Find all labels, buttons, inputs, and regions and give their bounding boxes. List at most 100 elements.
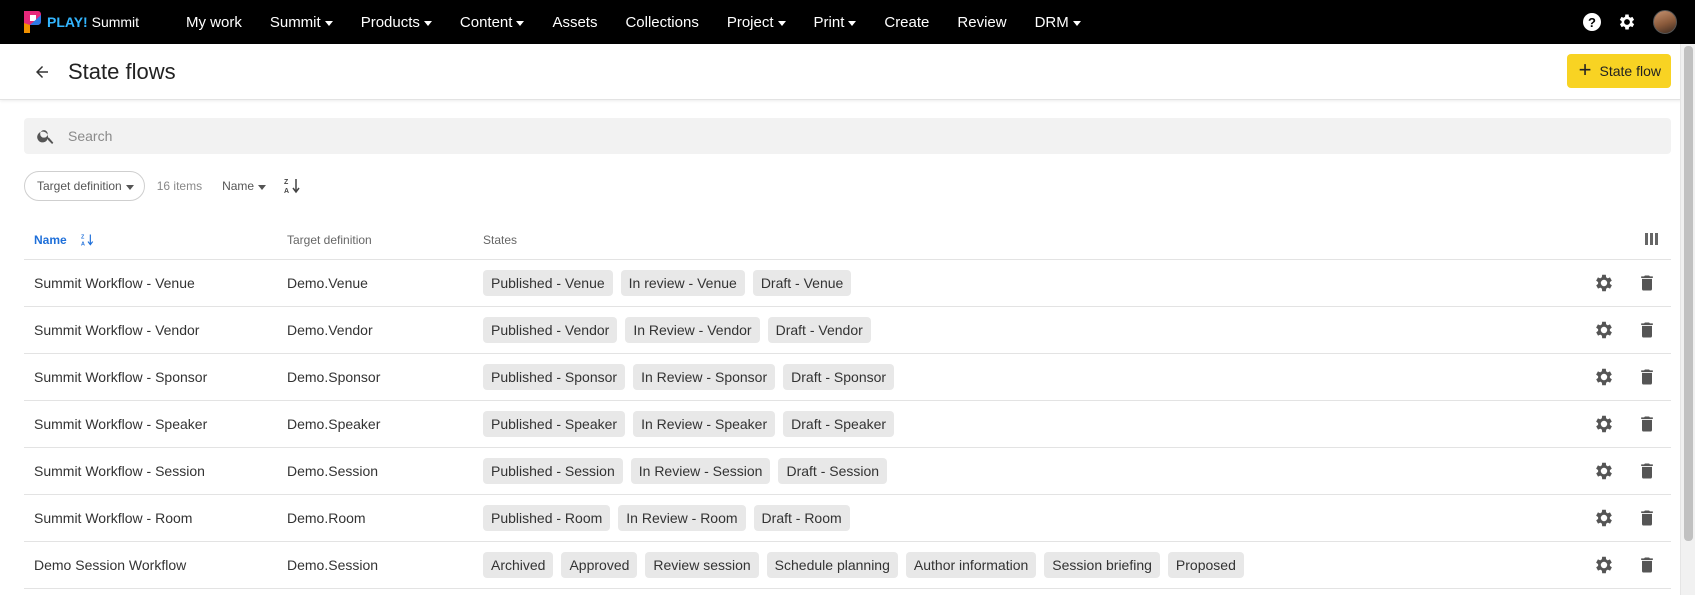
brand-name: PLAY! Summit — [47, 14, 140, 30]
add-state-flow-label: State flow — [1599, 63, 1661, 79]
trash-icon[interactable] — [1637, 507, 1657, 529]
state-flows-table: Name Z A Target definition States Summit… — [24, 220, 1671, 589]
state-tag: Schedule planning — [766, 552, 898, 578]
column-header-states: States — [483, 232, 518, 247]
trash-icon[interactable] — [1637, 319, 1657, 341]
state-tag: Published - Room — [483, 505, 611, 531]
state-tag: Published - Session — [483, 458, 623, 484]
state-tag: Published - Sponsor — [483, 364, 626, 390]
app-logo[interactable]: PLAY! Summit — [22, 9, 152, 35]
chevron-down-icon — [848, 20, 857, 26]
scrollbar-thumb[interactable] — [1684, 46, 1693, 541]
page-scrollbar[interactable] — [1680, 44, 1695, 595]
column-header-name[interactable]: Name Z A — [24, 232, 287, 248]
table-header: Name Z A Target definition States — [24, 220, 1671, 260]
state-tag: Published - Venue — [483, 270, 613, 296]
state-tag: Draft - Venue — [752, 270, 852, 296]
nav-item-drm[interactable]: DRM — [1021, 0, 1095, 44]
settings-icon[interactable] — [1593, 413, 1615, 435]
row-actions — [1593, 460, 1657, 482]
nav-item-create[interactable]: Create — [870, 0, 943, 44]
nav-item-project[interactable]: Project — [713, 0, 800, 44]
state-flow-name[interactable]: Summit Workflow - Session — [24, 463, 287, 479]
page-title: State flows — [68, 58, 176, 84]
nav-item-assets[interactable]: Assets — [538, 0, 611, 44]
chevron-down-icon — [125, 184, 134, 190]
trash-icon[interactable] — [1637, 460, 1657, 482]
settings-icon[interactable] — [1617, 12, 1637, 32]
sort-field-dropdown[interactable]: Name — [222, 179, 267, 193]
nav-item-label: Products — [360, 13, 420, 31]
nav-item-content[interactable]: Content — [446, 0, 539, 44]
table-row[interactable]: Summit Workflow - Sponsor Demo.Sponsor Pub… — [24, 354, 1671, 401]
nav-item-products[interactable]: Products — [347, 0, 446, 44]
state-flow-name[interactable]: Summit Workflow - Room — [24, 510, 287, 526]
target-definition-cell: Demo.Vendor — [287, 322, 373, 338]
svg-text:A: A — [284, 188, 289, 195]
column-header-name-label: Name — [34, 232, 67, 247]
search-icon — [37, 130, 54, 144]
state-flow-name[interactable]: Summit Workflow - Venue — [24, 275, 287, 291]
state-tag: Draft - Vendor — [767, 317, 871, 343]
state-flow-name[interactable]: Summit Workflow - Vendor — [24, 322, 287, 338]
table-row[interactable]: Summit Workflow - Session Demo.Session Pub… — [24, 448, 1671, 495]
state-flow-name[interactable]: Summit Workflow - Sponsor — [24, 369, 287, 385]
trash-icon[interactable] — [1637, 413, 1657, 435]
state-tag: Draft - Speaker — [783, 411, 895, 437]
target-definition-filter-label: Target definition — [37, 179, 122, 193]
state-tag: In Review - Sponsor — [633, 364, 776, 390]
state-tag: Draft - Session — [778, 458, 888, 484]
nav-item-label: Project — [726, 13, 774, 31]
user-avatar[interactable] — [1653, 10, 1677, 34]
target-definition-filter[interactable]: Target definition — [24, 171, 145, 201]
svg-text:Z: Z — [284, 179, 289, 186]
add-state-flow-button[interactable]: + State flow — [1566, 54, 1671, 88]
settings-icon[interactable] — [1593, 554, 1615, 576]
row-actions — [1593, 366, 1657, 388]
trash-icon[interactable] — [1637, 366, 1657, 388]
chevron-down-icon — [777, 20, 786, 26]
table-row[interactable]: Summit Workflow - Venue Demo.Venue Publish… — [24, 260, 1671, 307]
table-row[interactable]: Summit Workflow - Vendor Demo.Vendor Publi… — [24, 307, 1671, 354]
settings-icon[interactable] — [1593, 272, 1615, 294]
nav-item-label: Print — [813, 13, 845, 31]
back-arrow-icon[interactable] — [32, 62, 52, 82]
table-row[interactable]: Demo Session Workflow Demo.Session Archive… — [24, 542, 1671, 589]
target-definition-cell: Demo.Venue — [287, 275, 368, 291]
columns-icon[interactable] — [1645, 233, 1659, 247]
nav-item-label: Assets — [552, 13, 598, 31]
target-definition-cell: Demo.Session — [287, 463, 379, 479]
state-tag: In review - Venue — [620, 270, 745, 296]
nav-item-collections[interactable]: Collections — [611, 0, 712, 44]
state-flow-name[interactable]: Summit Workflow - Speaker — [24, 416, 287, 432]
state-tag: Approved — [561, 552, 638, 578]
row-actions — [1593, 554, 1657, 576]
target-definition-cell: Demo.Room — [287, 510, 366, 526]
sort-direction-icon[interactable]: Z A — [81, 232, 95, 248]
settings-icon[interactable] — [1593, 460, 1615, 482]
states-cell: Published - Room In Review - Room Draft - … — [483, 505, 1671, 531]
help-icon[interactable]: ? — [1583, 13, 1601, 31]
table-row[interactable]: Summit Workflow - Room Demo.Room Published… — [24, 495, 1671, 542]
trash-icon[interactable] — [1637, 554, 1657, 576]
nav-item-review[interactable]: Review — [943, 0, 1020, 44]
nav-item-summit[interactable]: Summit — [256, 0, 347, 44]
settings-icon[interactable] — [1593, 319, 1615, 341]
column-header-target-definition[interactable]: Target definition — [287, 233, 483, 247]
state-tag: Archived — [483, 552, 554, 578]
nav-item-my-work[interactable]: My work — [172, 0, 256, 44]
search-input[interactable] — [68, 128, 1568, 144]
state-tag: Published - Speaker — [483, 411, 626, 437]
filter-row: Target definition 16 items Name Z A — [24, 171, 302, 201]
sort-direction-icon[interactable]: Z A — [284, 177, 302, 195]
state-flow-name[interactable]: Demo Session Workflow — [24, 557, 287, 573]
nav-item-label: Summit — [269, 13, 321, 31]
state-tag: Review session — [645, 552, 759, 578]
state-tag: In Review - Speaker — [633, 411, 776, 437]
trash-icon[interactable] — [1637, 272, 1657, 294]
settings-icon[interactable] — [1593, 507, 1615, 529]
table-row[interactable]: Summit Workflow - Speaker Demo.Speaker Pub… — [24, 401, 1671, 448]
settings-icon[interactable] — [1593, 366, 1615, 388]
nav-item-print[interactable]: Print — [800, 0, 871, 44]
row-actions — [1593, 507, 1657, 529]
